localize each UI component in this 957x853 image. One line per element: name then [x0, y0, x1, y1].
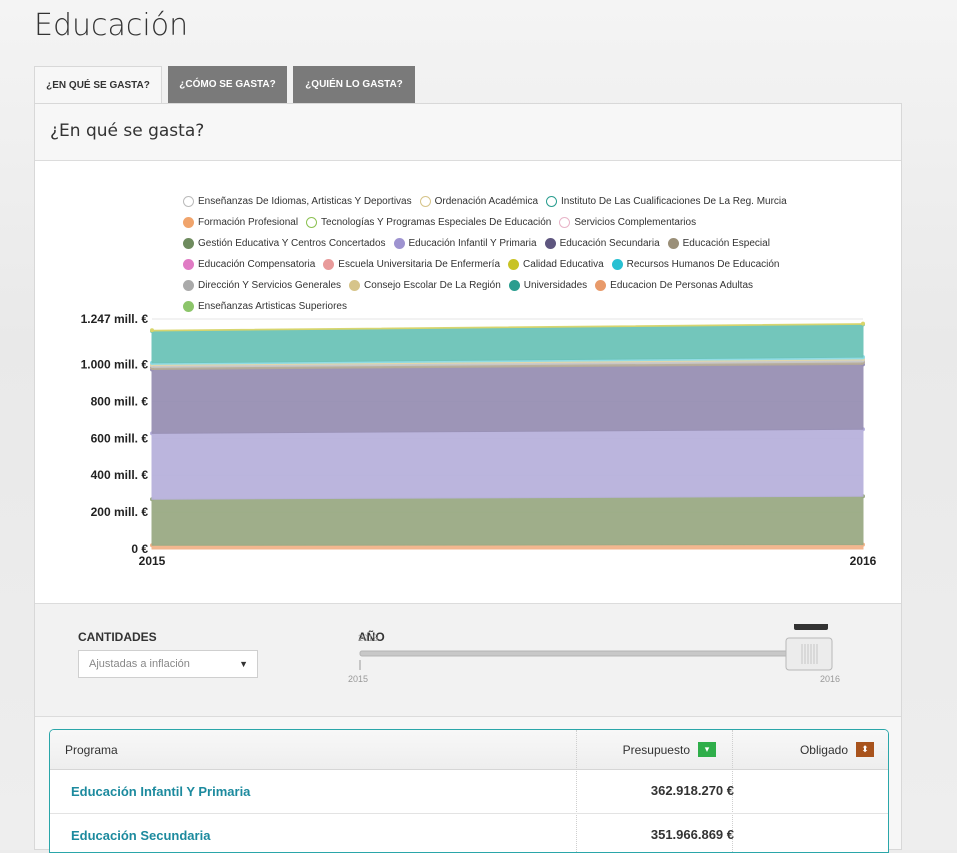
programs-table: Programa Presupuesto ▾ Obligado ⬍ Educac…: [49, 729, 889, 853]
y-tick-label: 800 mill. €: [91, 394, 149, 408]
row-programa-link[interactable]: Educación Infantil Y Primaria: [71, 784, 250, 799]
slider-track[interactable]: [359, 650, 833, 657]
x-tick-label: 2015: [139, 554, 166, 568]
area-series: [151, 428, 864, 500]
row-presupuesto: 351.966.869 €: [650, 827, 734, 842]
slider-min-label-top: 2015: [358, 633, 378, 643]
table-header: Programa Presupuesto ▾ Obligado ⬍: [50, 730, 888, 770]
row-presupuesto: 362.918.270 €: [650, 783, 734, 798]
slider-tooltip-label: 2016: [799, 624, 823, 627]
x-tick-label: 2016: [850, 554, 877, 568]
tab-quien-lo-gasta[interactable]: ¿QUIÉN LO GASTA?: [293, 66, 415, 103]
data-point: [150, 328, 154, 333]
header-obligado: Obligado ⬍: [740, 730, 888, 769]
header-programa: Programa: [65, 742, 118, 757]
chart-area: Enseñanzas De Idiomas, Artisticas Y Depo…: [35, 161, 901, 604]
slider-min-label-bottom: 2015: [348, 674, 368, 684]
row-programa-link[interactable]: Educación Secundaria: [71, 828, 210, 843]
area-series: [151, 363, 864, 434]
content-panel: ¿En qué se gasta? Enseñanzas De Idiomas,…: [34, 103, 902, 853]
header-presupuesto-label: Presupuesto: [622, 742, 690, 757]
sort-presupuesto-button[interactable]: ▾: [698, 742, 716, 757]
panel-header: ¿En qué se gasta?: [35, 104, 901, 161]
tab-como-se-gasta[interactable]: ¿CÓMO SE GASTA?: [168, 66, 287, 103]
table-row: Educación Secundaria 351.966.869 €: [50, 814, 888, 852]
y-tick-label: 1.000 mill. €: [81, 358, 149, 372]
page-title: Educación: [34, 8, 189, 43]
table-row: Educación Infantil Y Primaria 362.918.27…: [50, 770, 888, 814]
slider-handle[interactable]: [785, 637, 833, 671]
slider-max-label-bottom: 2016: [820, 674, 840, 684]
y-tick-label: 1.247 mill. €: [81, 312, 149, 326]
area-series: [151, 495, 864, 546]
sort-obligado-button[interactable]: ⬍: [856, 742, 874, 757]
year-slider[interactable]: 2015 2015 2016 2016: [35, 624, 901, 704]
y-tick-label: 600 mill. €: [91, 431, 149, 445]
y-tick-label: 200 mill. €: [91, 505, 149, 519]
tab-en-que-se-gasta[interactable]: ¿EN QUÉ SE GASTA?: [34, 66, 162, 104]
y-tick-label: 400 mill. €: [91, 468, 149, 482]
stacked-area-chart: 0 €200 mill. €400 mill. €600 mill. €800 …: [81, 312, 877, 568]
header-obligado-label: Obligado: [799, 742, 848, 757]
panel-title: ¿En qué se gasta?: [50, 121, 205, 141]
data-point: [861, 321, 865, 326]
header-presupuesto: Presupuesto ▾: [590, 730, 730, 769]
